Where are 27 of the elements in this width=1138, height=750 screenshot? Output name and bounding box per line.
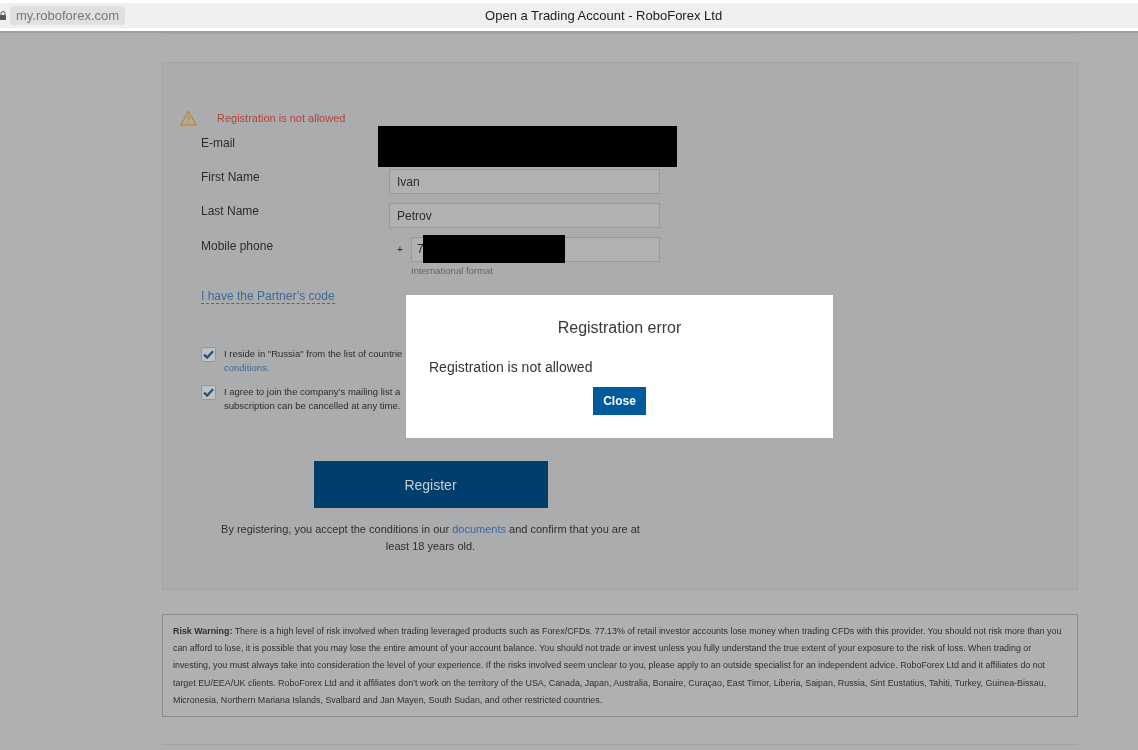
- checkmark-icon: [203, 350, 214, 359]
- dialog-message: Registration is not allowed: [429, 358, 593, 376]
- error-message: Registration is not allowed: [217, 112, 346, 124]
- text-field[interactable]: Petrov: [389, 203, 660, 228]
- checkbox[interactable]: [201, 385, 216, 400]
- lock-icon: [0, 11, 6, 20]
- field-label: Mobile phone: [201, 238, 275, 254]
- field-label: First Name: [201, 169, 261, 185]
- phone-field[interactable]: 7: [411, 237, 660, 262]
- field-hint: International format: [411, 265, 493, 276]
- consent-text: subscription can be cancelled at any time.: [224, 399, 401, 413]
- checkmark-icon: [203, 388, 214, 397]
- risk-warning-text: Risk Warning: There is a high level of risk involved when trading leveraged products such as Forex/CFDs. 77.13% of retail investor accounts lose money when trading CFDs with this provider. You should not risk more than you can afford to lose, it is possible that you may lose the entire amount of your account balance. You should not trade or invest unless you fully understand the true extent of your exposure to the risk of loss. When trading or investing, you must always take into consideration the level of your experience. If the risks involved seem unclear to you, please apply to an outside specialist for an independent advice. RoboForex Ltd and it affiliates do not target EU/EEA/UK clients. RoboForex Ltd and it affiliates don’t work on the territory of the USA, Canada, Japan, Australia, Bonaire, Curaçao, East Timor, Liberia, Saipan, Russia, Sint Eustatius, Tahiti, Turkey, Guinea-Bissau, Micronesia, Northern Mariana Islands, Svalbard and Jan Mayen, South Sudan, and other restricted countries.: [173, 625, 1063, 707]
- warning-icon: [180, 110, 197, 126]
- page-title: Open a Trading Account - RoboForex Ltd: [485, 8, 723, 23]
- checkbox[interactable]: [201, 347, 216, 362]
- address-bar[interactable]: my.roboforex.com: [10, 6, 126, 25]
- phone-prefix: +: [396, 243, 404, 257]
- consent-text: I agree to join the company’s mailing list a: [224, 385, 401, 399]
- field-label: E-mail: [201, 135, 236, 151]
- text-field[interactable]: Ivan: [389, 169, 660, 194]
- field-label: Last Name: [201, 203, 261, 219]
- consent-text: I reside in "Russia" from the list of countrie: [224, 347, 403, 361]
- dialog-title: Registration error: [557, 318, 682, 338]
- register-button[interactable]: Register: [313, 461, 548, 508]
- close-button[interactable]: Close: [593, 387, 646, 415]
- terms-text: By registering, you accept the conditions in our documents and confirm that you are at least 18 years old.: [220, 522, 641, 554]
